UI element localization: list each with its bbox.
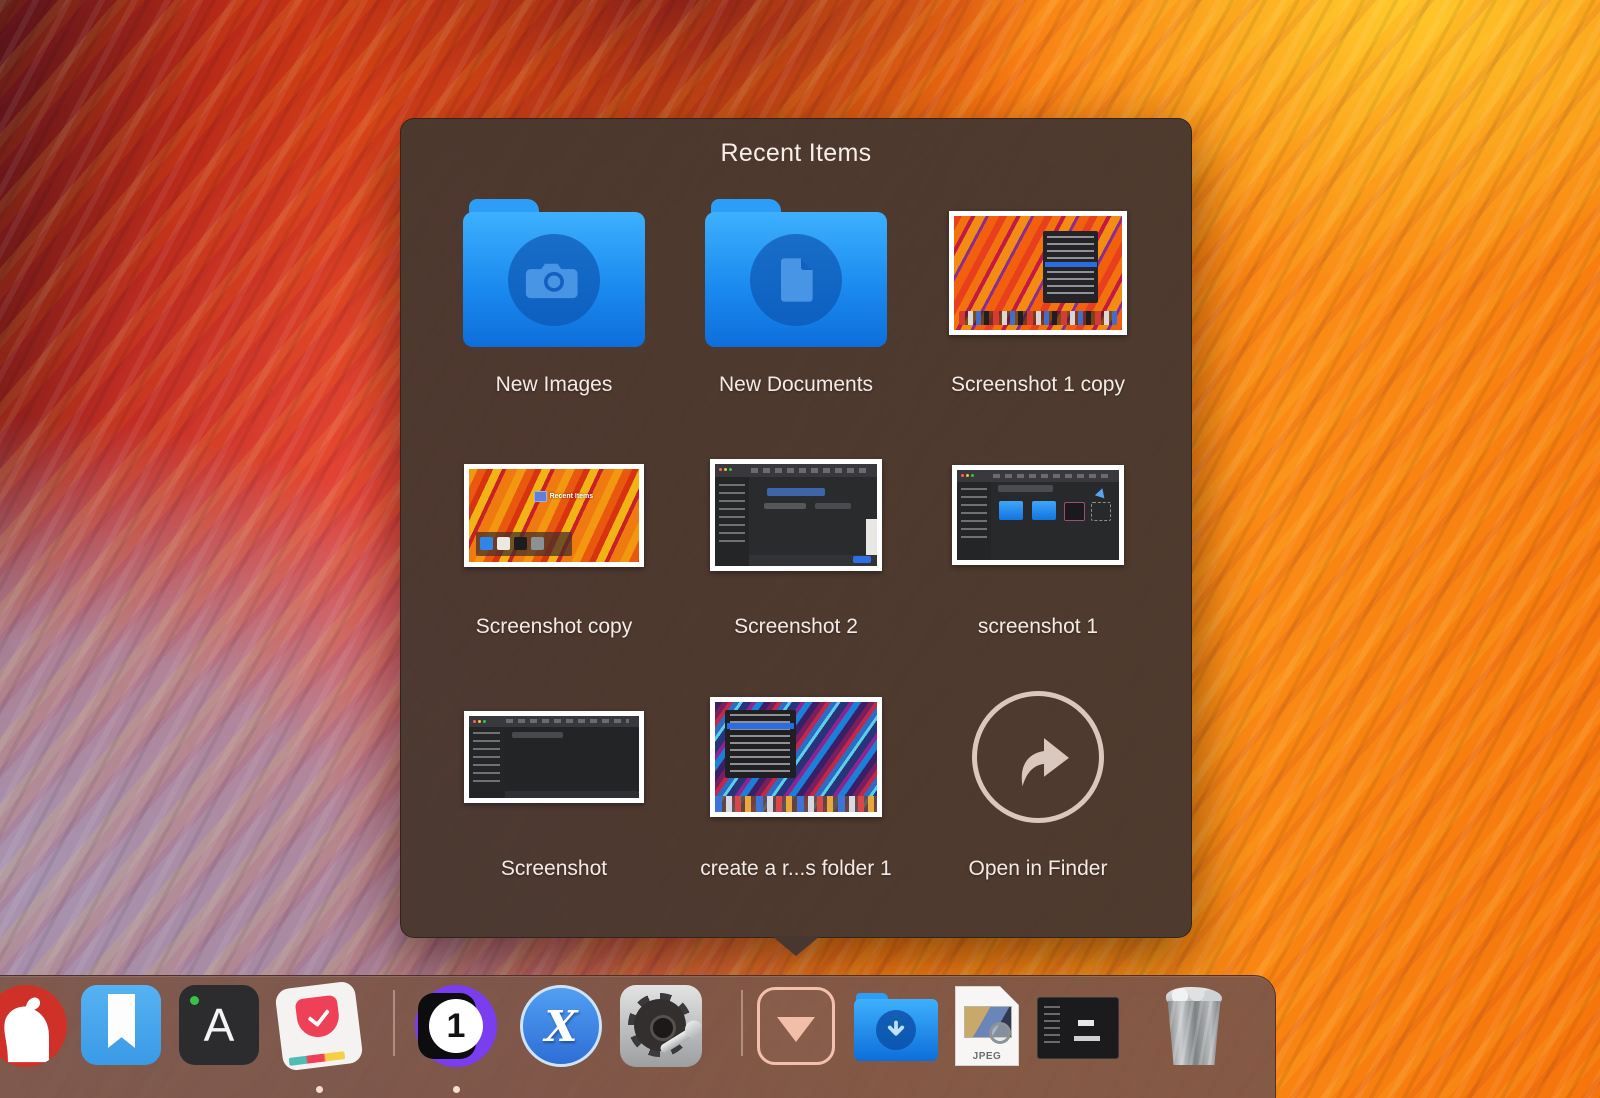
screenshot-thumbnail (949, 211, 1127, 335)
dock-app-pocket[interactable] (279, 985, 361, 1067)
item-label: create a r...s folder 1 (700, 857, 891, 881)
desktop: Recent Items (0, 0, 1600, 1098)
dock-app-bookmark[interactable] (81, 985, 163, 1067)
running-indicator-dot (316, 1086, 323, 1093)
stack-item-screenshot-1-copy[interactable]: Screenshot 1 copy (917, 179, 1159, 421)
item-label: Screenshot 1 copy (951, 373, 1125, 397)
stack-item-create-folder[interactable]: create a r...s folder 1 (675, 663, 917, 905)
dock-app-one[interactable]: 1 (415, 985, 497, 1067)
trash-full-icon (1161, 987, 1227, 1067)
stack-item-screenshot-2[interactable]: Screenshot 2 (675, 421, 917, 663)
gear-wrench-icon (620, 985, 702, 1067)
recent-items-stack-popup: Recent Items (400, 118, 1192, 938)
mini-folder-icon (534, 491, 547, 502)
pocket-icon (274, 980, 363, 1071)
screenshot-thumbnail (464, 711, 644, 803)
open-in-finder-icon (972, 691, 1104, 823)
dock: A 1 X (0, 975, 1276, 1098)
download-arrow-icon (881, 1015, 911, 1045)
bookmark-icon (81, 985, 161, 1065)
screenshot-thumbnail (710, 459, 882, 571)
letter-x-icon: X (520, 985, 602, 1067)
screenshot-thumbnail: Recent Items (464, 464, 644, 567)
screenshot-file-icon (1037, 997, 1119, 1059)
dock-trash[interactable] (1155, 985, 1237, 1067)
dock-app-gear-utility[interactable] (620, 985, 702, 1067)
blue-folder-document-icon (705, 199, 887, 347)
dock-screenshot-file[interactable] (1037, 985, 1119, 1067)
item-label: Screenshot (501, 857, 607, 881)
item-label: New Images (496, 373, 613, 397)
popup-title: Recent Items (401, 139, 1191, 168)
document-glyph (776, 255, 816, 305)
stack-open-indicator-icon (757, 987, 835, 1065)
number-one-icon: 1 (415, 985, 497, 1067)
mini-stack-text: Recent Items (550, 493, 594, 500)
running-indicator-dot (453, 1086, 460, 1093)
item-label: screenshot 1 (978, 615, 1098, 639)
screenshot-thumbnail (952, 465, 1124, 565)
stack-item-screenshot[interactable]: Screenshot (433, 663, 675, 905)
triangle-down-icon (777, 1017, 815, 1042)
dock-app-bear[interactable] (0, 985, 67, 1067)
jpeg-file-icon: JPEG (955, 986, 1019, 1066)
dock-app-x[interactable]: X (520, 985, 602, 1067)
dock-recent-items-stack[interactable] (757, 987, 839, 1069)
dock-downloads-folder[interactable] (854, 985, 936, 1067)
letter-a-icon: A (179, 985, 259, 1065)
item-label: Screenshot 2 (734, 615, 858, 639)
bear-icon (0, 985, 67, 1067)
stack-item-new-documents[interactable]: New Documents (675, 179, 917, 421)
screenshot-thumbnail (710, 697, 882, 817)
dock-jpeg-file[interactable]: JPEG (947, 985, 1029, 1067)
blue-folder-camera-icon (463, 199, 645, 347)
stack-item-screenshot-copy[interactable]: Recent Items Screenshot copy (433, 421, 675, 663)
downloads-folder-icon (854, 993, 938, 1061)
stack-item-open-in-finder[interactable]: Open in Finder (917, 663, 1159, 905)
green-status-dot (190, 996, 199, 1005)
item-label: Open in Finder (969, 857, 1108, 881)
item-label: New Documents (719, 373, 873, 397)
dock-app-a[interactable]: A (179, 985, 261, 1067)
dock-separator (741, 990, 743, 1056)
dock-separator (393, 990, 395, 1056)
item-label: Screenshot copy (476, 615, 632, 639)
stack-item-new-images[interactable]: New Images (433, 179, 675, 421)
stack-item-screenshot-1[interactable]: screenshot 1 (917, 421, 1159, 663)
stack-grid: New Images (433, 179, 1159, 905)
camera-glyph (525, 256, 583, 304)
curved-arrow-icon (995, 714, 1081, 800)
